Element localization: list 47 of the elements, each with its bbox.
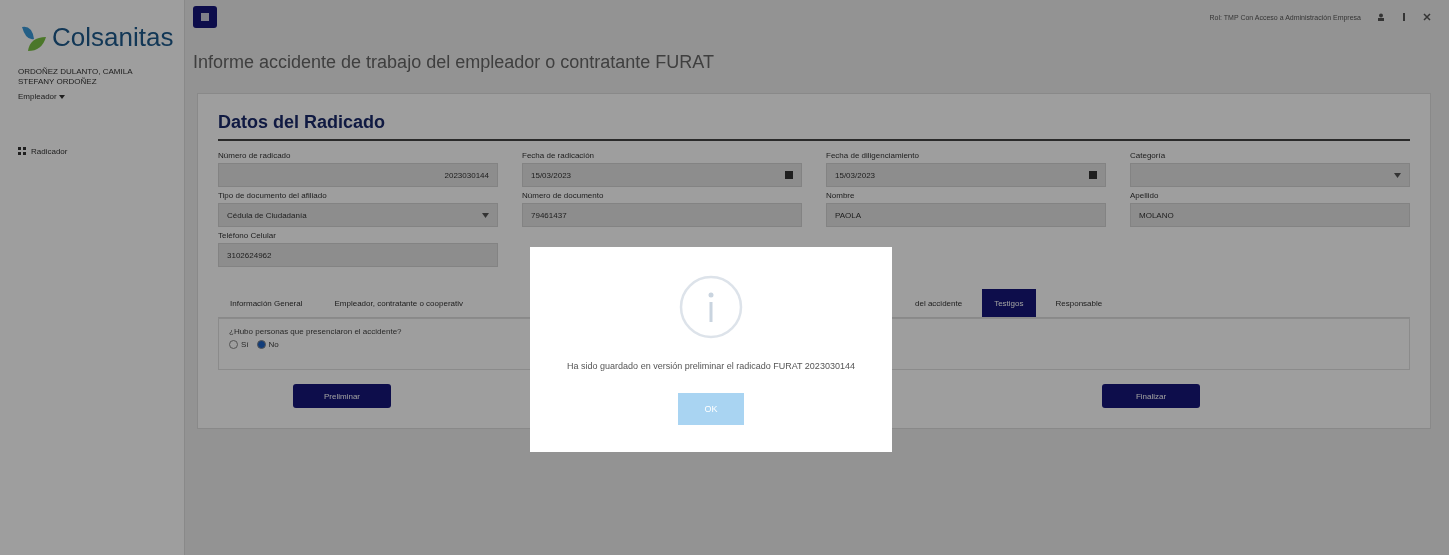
info-icon bbox=[679, 275, 743, 339]
square-icon bbox=[201, 13, 209, 21]
action-button[interactable]: Preliminar bbox=[293, 384, 391, 408]
input-field[interactable]: PAOLA bbox=[826, 203, 1106, 227]
field-label: Apellido bbox=[1130, 191, 1160, 200]
field-label: Fecha de diligenciamiento bbox=[826, 151, 920, 160]
close-icon[interactable] bbox=[1423, 13, 1431, 21]
tab[interactable]: del accidente bbox=[903, 289, 975, 317]
dialog-message: Ha sido guardado en versión preliminar el radicado FURAT 2023030144 bbox=[566, 361, 856, 373]
select-field[interactable]: Cédula de Ciudadanía bbox=[218, 203, 498, 227]
caret-icon bbox=[1394, 172, 1401, 178]
input-field[interactable]: 79461437 bbox=[522, 203, 802, 227]
field-label: Nombre bbox=[826, 191, 856, 200]
section-title: Datos del Radicado bbox=[218, 112, 1410, 141]
select-field[interactable] bbox=[1130, 163, 1410, 187]
input-field[interactable]: 2023030144 bbox=[218, 163, 498, 187]
tab[interactable]: Testigos bbox=[982, 289, 1036, 317]
sidebar-item[interactable]: Radicador bbox=[18, 146, 184, 156]
field-label: Número de documento bbox=[522, 191, 605, 200]
input-field[interactable]: MOLANO bbox=[1130, 203, 1410, 227]
field-label: Teléfono Celular bbox=[218, 231, 277, 240]
input-field[interactable]: 3102624962 bbox=[218, 243, 498, 267]
field-label: Tipo de documento del afiliado bbox=[218, 191, 328, 200]
role-dropdown[interactable]: Empleador bbox=[18, 91, 184, 101]
user-icon[interactable] bbox=[1377, 13, 1385, 21]
caret-icon bbox=[58, 94, 65, 99]
radio-option[interactable]: Sí bbox=[229, 340, 249, 349]
field-label: Categoría bbox=[1130, 151, 1167, 160]
date-field[interactable]: 15/03/2023 bbox=[826, 163, 1106, 187]
radio-option[interactable]: No bbox=[256, 340, 279, 349]
logo-text: Colsanitas bbox=[52, 22, 174, 53]
tab[interactable]: Empleador, contratante o cooperativ bbox=[322, 289, 475, 317]
caret-icon bbox=[482, 212, 489, 218]
field-label: Fecha de radicación bbox=[522, 151, 596, 160]
field-label: Número de radicado bbox=[218, 151, 292, 160]
date-field[interactable]: 15/03/2023 bbox=[522, 163, 802, 187]
action-button[interactable]: Finalizar bbox=[1102, 384, 1200, 408]
grid-icon bbox=[18, 147, 26, 156]
menu-button[interactable] bbox=[193, 6, 217, 28]
tab[interactable]: Responsable bbox=[1043, 289, 1115, 317]
calendar-icon bbox=[785, 171, 793, 179]
sidebar-item-label: Radicador bbox=[31, 146, 68, 156]
question-text: ¿Hubo personas que presenciaron el accidente? bbox=[229, 327, 403, 336]
page-title: Informe accidente de trabajo del empleador o contratante FURAT bbox=[193, 52, 715, 73]
tab[interactable]: Información General bbox=[218, 289, 315, 317]
user-name: ORDOÑEZ DULANTO, CAMILA STEFANY ORDOÑEZ bbox=[18, 67, 134, 88]
calendar-icon bbox=[1089, 171, 1097, 179]
